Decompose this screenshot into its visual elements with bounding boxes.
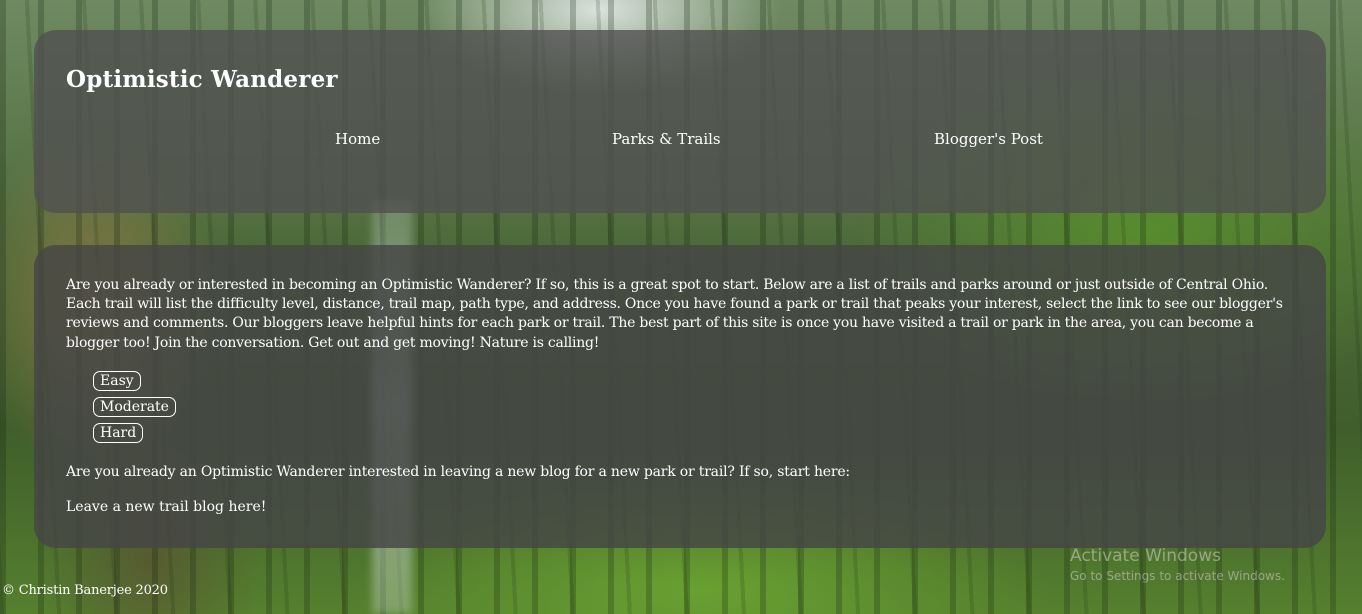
footer-copyright: © Christin Banerjee 2020 (2, 583, 168, 598)
difficulty-list: Easy Moderate Hard (93, 371, 176, 449)
nav-parks-trails[interactable]: Parks & Trails (612, 130, 721, 148)
nav-home[interactable]: Home (335, 130, 380, 148)
blog-question: Are you already an Optimistic Wanderer i… (66, 464, 850, 480)
watermark-subtitle: Go to Settings to activate Windows. (1070, 569, 1285, 583)
site-title: Optimistic Wanderer (66, 66, 338, 93)
difficulty-moderate-button[interactable]: Moderate (93, 397, 176, 417)
difficulty-hard-button[interactable]: Hard (93, 423, 144, 443)
main-content: Are you already or interested in becomin… (34, 245, 1326, 548)
activate-windows-watermark: Activate Windows Go to Settings to activ… (1070, 546, 1285, 583)
new-blog-link[interactable]: Leave a new trail blog here! (66, 499, 266, 515)
difficulty-easy-button[interactable]: Easy (93, 371, 141, 391)
watermark-title: Activate Windows (1070, 546, 1221, 566)
site-header: Optimistic Wanderer Home Parks & Trails … (34, 30, 1326, 213)
intro-paragraph: Are you already or interested in becomin… (66, 277, 1283, 351)
nav-bloggers-post[interactable]: Blogger's Post (934, 130, 1043, 148)
